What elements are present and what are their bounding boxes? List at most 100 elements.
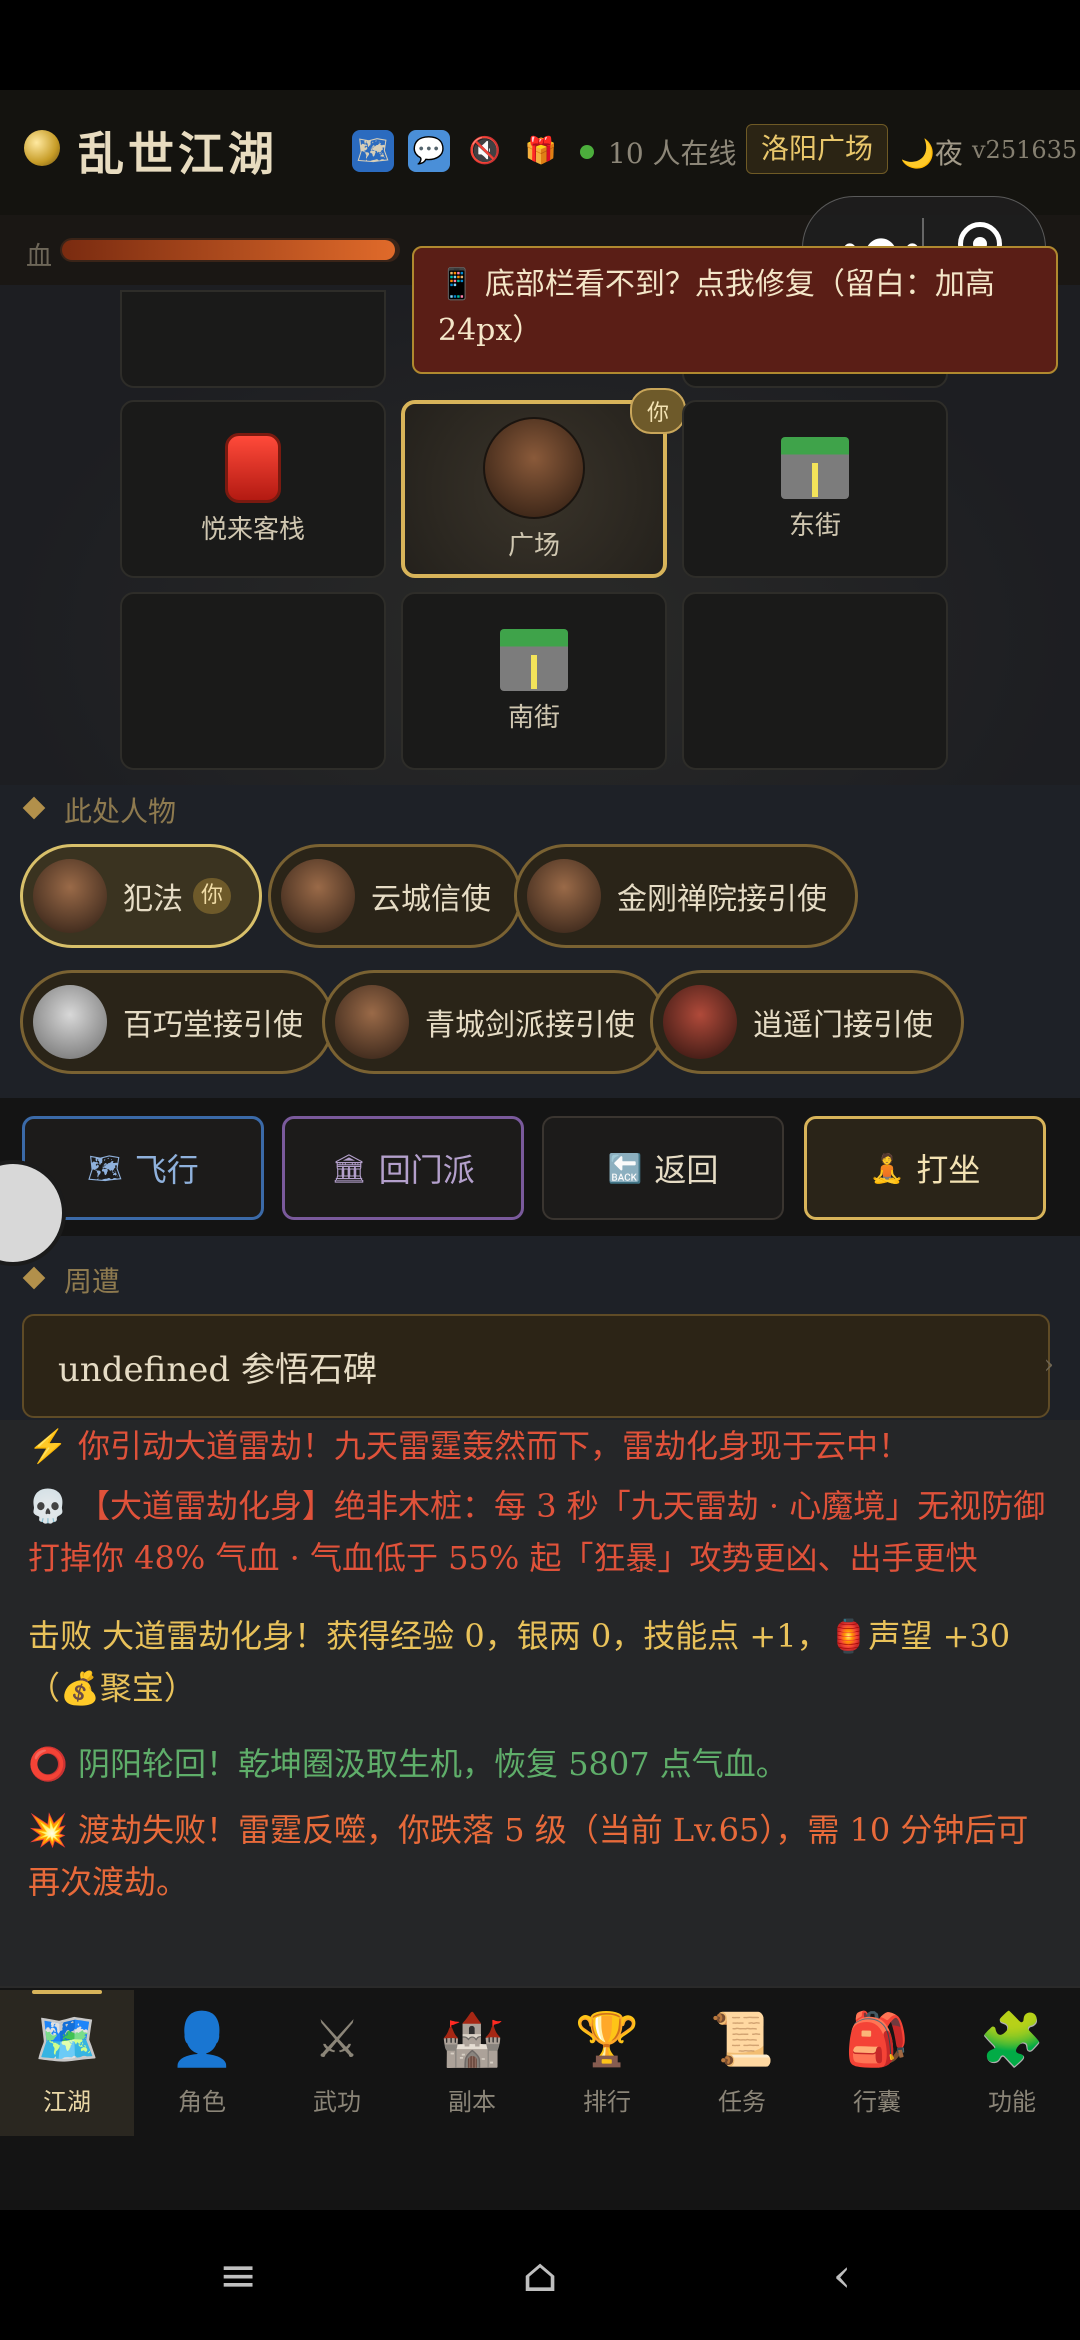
map-cell-empty (682, 592, 948, 770)
npc-chip[interactable]: 云城信使 (268, 844, 522, 948)
nav-item-ranking[interactable]: 🏆 排行 (540, 1990, 674, 2136)
nav-item-dungeon[interactable]: 🏰 副本 (405, 1990, 539, 2136)
log-line: 💀 【大道雷劫化身】绝非木桩：每 3 秒「九天雷劫 · 心魔境」无视防御打掉你 … (28, 1487, 1046, 1577)
you-badge: 你 (630, 388, 686, 434)
you-badge: 你 (193, 878, 232, 914)
nav-item-character[interactable]: 👤 角色 (135, 1990, 269, 2136)
log-line: ⭕ 阴阳轮回！乾坤圈汲取生机，恢复 5807 点气血。 (28, 1745, 788, 1783)
map-icon[interactable]: 🗺 (352, 130, 394, 172)
map-icon: 🗺 (87, 1151, 123, 1185)
log-line: 击败 大道雷劫化身！获得经验 0，银两 0，技能点 +1，🏮声望 +30（💰聚宝… (28, 1617, 1011, 1707)
version-label: v251635 (972, 136, 1078, 164)
backpack-icon: 🎒 (844, 2009, 910, 2070)
nav-item-quests[interactable]: 📜 任务 (675, 1990, 809, 2136)
nav-label: 任务 (718, 2087, 766, 2116)
location-chip[interactable]: 洛阳广场 (746, 124, 889, 174)
map-cell-label: 悦来客栈 (200, 514, 305, 545)
nearby-item-label: undefined 参悟石碑 (58, 1349, 377, 1390)
avatar (663, 985, 737, 1059)
nav-item-martial-arts[interactable]: ⚔ 武功 (270, 1990, 404, 2136)
map-cell-south-street[interactable]: 南街 (401, 592, 667, 770)
nav-spacer (0, 2140, 1080, 2210)
fix-bottom-bar-tip[interactable]: 📱 底部栏看不到？点我修复（留白：加高24px） (412, 246, 1058, 374)
nav-label: 功能 (988, 2087, 1036, 2116)
chevron-right-icon: › (1043, 1350, 1054, 1380)
npc-name: 青城剑派接引使 (425, 1008, 635, 1043)
map-cell-label: 东街 (788, 510, 841, 541)
mute-icon[interactable]: 🔇 (464, 130, 506, 172)
meditate-icon: 🧘 (869, 1151, 905, 1185)
npc-name: 逍遥门接引使 (753, 1008, 933, 1043)
npc-chip[interactable]: 百巧堂接引使 (20, 970, 334, 1074)
nav-label: 行囊 (853, 2087, 901, 2116)
app-title: 乱世江湖 (78, 127, 278, 181)
log-line: 💥 渡劫失败！雷霆反噬，你跌落 5 级（当前 Lv.65），需 10 分钟后可再… (28, 1811, 1029, 1901)
npc-name: 百巧堂接引使 (123, 1008, 303, 1043)
avatar (33, 859, 107, 933)
home-icon[interactable]: ⌂ (500, 2240, 580, 2310)
map-cell-inn[interactable]: 悦来客栈 (120, 400, 386, 578)
map-icon: 🗺️ (34, 2009, 100, 2070)
status-bar (0, 0, 1080, 90)
lantern-icon (225, 432, 281, 503)
gift-icon[interactable]: 🎁 (520, 130, 562, 172)
map-cell-current[interactable]: 广场 (401, 400, 667, 578)
avatar (281, 859, 355, 933)
hp-bar-fill (62, 240, 395, 260)
nav-label: 武功 (313, 2087, 361, 2116)
explosion-icon: 💥 (28, 1811, 68, 1849)
nav-item-bag[interactable]: 🎒 行囊 (810, 1990, 944, 2136)
map-cell-label: 广场 (507, 530, 560, 561)
nearby-item[interactable]: undefined 参悟石碑 (22, 1314, 1050, 1418)
npc-chip[interactable]: 逍遥门接引使 (650, 970, 964, 1074)
diamond-icon (22, 1266, 46, 1290)
logo-icon (24, 130, 60, 166)
npc-chip-self[interactable]: 犯法 你 (20, 844, 263, 948)
skull-icon: 💀 (28, 1487, 68, 1525)
street-icon (500, 628, 568, 691)
avatar (335, 985, 409, 1059)
lightning-icon: ⚡ (28, 1427, 68, 1465)
map-cell-empty (120, 290, 386, 388)
map-cell-empty (120, 592, 386, 770)
map-cell-label: 南街 (507, 702, 560, 733)
npc-name: 云城信使 (371, 882, 491, 917)
npc-chip[interactable]: 青城剑派接引使 (322, 970, 666, 1074)
scroll-icon: 📜 (709, 2009, 775, 2070)
people-section-title: 此处人物 (64, 795, 177, 828)
puzzle-icon: 🧩 (979, 2009, 1045, 2070)
back-button[interactable]: 🔙 返回 (542, 1116, 784, 1220)
avatar (527, 859, 601, 933)
nearby-section-title: 周遭 (64, 1265, 121, 1298)
nav-item-jianghu[interactable]: 🗺️ 江湖 (0, 1990, 134, 2136)
time-of-day: 🌙夜 (900, 137, 963, 170)
trophy-icon: 🏆 (574, 2009, 640, 2070)
meditate-button[interactable]: 🧘 打坐 (804, 1116, 1046, 1220)
npc-chip[interactable]: 金刚禅院接引使 (514, 844, 858, 948)
nav-label: 排行 (583, 2087, 631, 2116)
chat-icon[interactable]: 💬 (408, 130, 450, 172)
nav-label: 副本 (448, 2087, 496, 2116)
online-indicator-icon (580, 145, 594, 159)
temple-icon: 🏛 (331, 1151, 367, 1185)
castle-icon: 🏰 (439, 2009, 505, 2070)
player-portrait (483, 416, 585, 519)
nav-label: 角色 (178, 2087, 226, 2116)
event-log: ⚡ 你引动大道雷劫！九天雷霆轰然而下，雷劫化身现于云中！ 💀 【大道雷劫化身】绝… (0, 1420, 1080, 1986)
npc-name: 犯法 (123, 882, 183, 917)
circle-icon: ⭕ (28, 1745, 68, 1783)
nav-item-functions[interactable]: 🧩 功能 (945, 1990, 1079, 2136)
npc-name: 金刚禅院接引使 (617, 882, 827, 917)
hp-label: 血 (26, 242, 53, 272)
swords-icon: ⚔ (313, 2009, 361, 2070)
menu-icon[interactable]: ≡ (198, 2240, 278, 2310)
online-count: 10 人在线 (608, 137, 737, 170)
back-arrow-icon[interactable]: ‹ (802, 2240, 882, 2310)
return-sect-button[interactable]: 🏛 回门派 (282, 1116, 524, 1220)
nav-label: 江湖 (43, 2087, 91, 2116)
map-cell-east-street[interactable]: 东街 (682, 400, 948, 578)
diamond-icon (22, 796, 46, 820)
avatar (33, 985, 107, 1059)
back-icon: 🔙 (607, 1151, 643, 1185)
street-icon (781, 436, 849, 499)
